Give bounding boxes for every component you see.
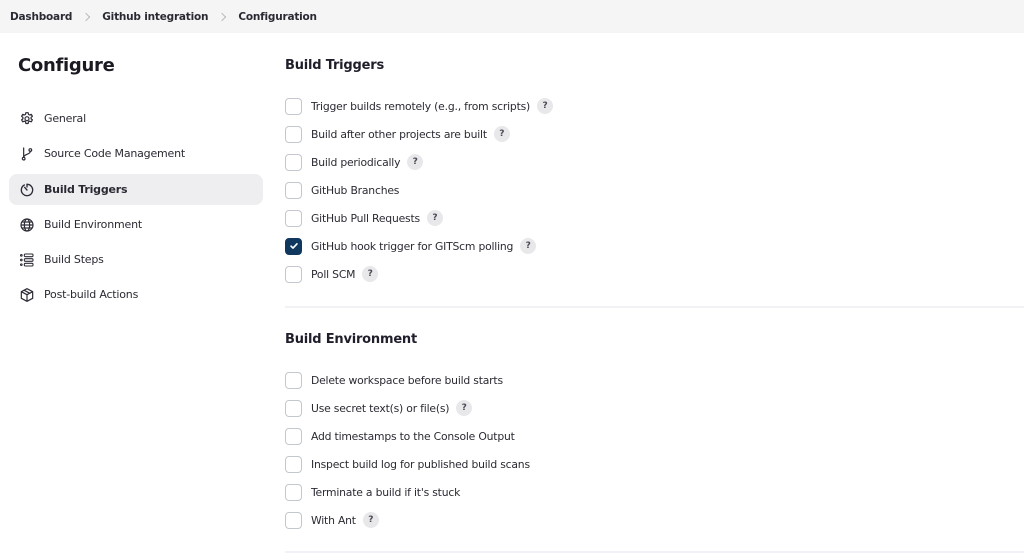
checkbox[interactable]	[285, 237, 302, 255]
help-icon[interactable]: ?	[456, 400, 473, 416]
sidebar-item-label: General	[44, 112, 86, 125]
option-label[interactable]: Use secret text(s) or file(s)	[311, 402, 449, 415]
option-label[interactable]: GitHub Branches	[311, 184, 399, 197]
checkbox[interactable]	[285, 125, 302, 143]
timer-icon	[18, 181, 35, 198]
help-icon[interactable]: ?	[493, 126, 510, 142]
option-poll-scm: Poll SCM?	[285, 264, 379, 284]
option-label[interactable]: Delete workspace before build starts	[311, 374, 503, 387]
checkmark-icon	[289, 243, 298, 249]
section-divider	[285, 306, 1024, 308]
sidebar-item-label: Post-build Actions	[44, 288, 139, 301]
checkbox[interactable]	[285, 371, 302, 389]
option-label[interactable]: Inspect build log for published build sc…	[311, 458, 530, 471]
package-icon	[18, 286, 35, 303]
sidebar-item-post-build-actions[interactable]: Post-build Actions	[9, 279, 263, 310]
sidebar: Configure General Source Code Management…	[0, 33, 275, 559]
checkbox[interactable]	[285, 209, 302, 227]
option-inspect-build-log-for-published-build-scans: Inspect build log for published build sc…	[285, 454, 530, 474]
chevron-right-icon	[82, 12, 91, 21]
option-github-hook-trigger-for-gitscm-polling: GitHub hook trigger for GITScm polling?	[285, 236, 537, 256]
checkbox[interactable]	[285, 427, 302, 445]
checkbox[interactable]	[285, 399, 302, 417]
sidebar-item-source-code-management[interactable]: Source Code Management	[9, 138, 263, 169]
sidebar-item-label: Build Environment	[44, 218, 142, 231]
option-github-pull-requests: GitHub Pull Requests?	[285, 208, 443, 228]
sidebar-item-build-triggers[interactable]: Build Triggers	[9, 174, 263, 205]
sidebar-item-build-environment[interactable]: Build Environment	[9, 209, 263, 240]
section-title-build-triggers: Build Triggers	[285, 58, 384, 73]
checkbox[interactable]	[285, 153, 302, 171]
option-label[interactable]: Build periodically	[311, 156, 400, 169]
checkbox[interactable]	[285, 483, 302, 501]
option-label[interactable]: With Ant	[311, 514, 356, 527]
option-label[interactable]: Trigger builds remotely (e.g., from scri…	[311, 100, 530, 113]
git-branch-icon	[18, 145, 35, 162]
option-delete-workspace-before-build-starts: Delete workspace before build starts	[285, 370, 503, 390]
option-trigger-builds-remotely-e-g-from-scripts: Trigger builds remotely (e.g., from scri…	[285, 96, 554, 116]
option-label[interactable]: Add timestamps to the Console Output	[311, 430, 515, 443]
option-build-periodically: Build periodically?	[285, 152, 424, 172]
globe-icon	[18, 216, 35, 233]
breadcrumb-github-integration[interactable]: Github integration	[102, 11, 208, 23]
sidebar-item-label: Source Code Management	[44, 147, 185, 160]
help-icon[interactable]: ?	[362, 266, 379, 282]
option-label[interactable]: Build after other projects are built	[311, 128, 487, 141]
option-add-timestamps-to-the-console-output: Add timestamps to the Console Output	[285, 426, 515, 446]
list-icon	[18, 251, 35, 268]
help-icon[interactable]: ?	[520, 238, 537, 254]
checkbox[interactable]	[285, 511, 302, 529]
option-label[interactable]: GitHub Pull Requests	[311, 212, 420, 225]
chevron-right-icon	[218, 12, 227, 21]
checkbox[interactable]	[285, 265, 302, 283]
option-github-branches: GitHub Branches	[285, 180, 399, 200]
help-icon[interactable]: ?	[362, 512, 379, 528]
section-divider	[285, 551, 1024, 553]
main-content: Build Triggers Trigger builds remotely (…	[285, 33, 1024, 559]
help-icon[interactable]: ?	[537, 98, 554, 114]
breadcrumb-configuration[interactable]: Configuration	[238, 11, 317, 23]
sidebar-item-label: Build Triggers	[44, 183, 128, 196]
option-label[interactable]: Poll SCM	[311, 268, 355, 281]
option-label[interactable]: Terminate a build if it's stuck	[311, 486, 460, 499]
option-label[interactable]: GitHub hook trigger for GITScm polling	[311, 240, 513, 253]
sidebar-item-build-steps[interactable]: Build Steps	[9, 244, 263, 275]
checkbox[interactable]	[285, 455, 302, 473]
option-terminate-a-build-if-it-s-stuck: Terminate a build if it's stuck	[285, 482, 460, 502]
section-title-build-environment: Build Environment	[285, 332, 418, 347]
option-build-after-other-projects-are-built: Build after other projects are built?	[285, 124, 510, 144]
breadcrumb-bar: Dashboard Github integration Configurati…	[0, 0, 1024, 33]
checkbox[interactable]	[285, 97, 302, 115]
sidebar-item-label: Build Steps	[44, 253, 104, 266]
sidebar-title: Configure	[18, 55, 115, 76]
sidebar-item-general[interactable]: General	[9, 103, 263, 134]
gear-icon	[18, 110, 35, 127]
help-icon[interactable]: ?	[407, 154, 424, 170]
option-with-ant: With Ant?	[285, 510, 379, 530]
checkbox[interactable]	[285, 181, 302, 199]
option-use-secret-text-s-or-file-s: Use secret text(s) or file(s)?	[285, 398, 473, 418]
help-icon[interactable]: ?	[426, 210, 443, 226]
breadcrumb-dashboard[interactable]: Dashboard	[10, 11, 72, 23]
